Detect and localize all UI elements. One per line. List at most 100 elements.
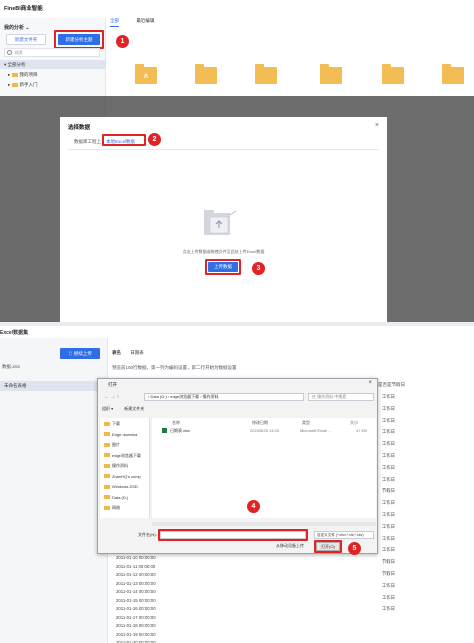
dialog-title: 选择数据 (68, 125, 91, 131)
tab-recent[interactable]: 最近编辑 (136, 18, 154, 26)
file-open-dialog: 打开 × ← → ↑ › Data (D:) › edge浏览器下载 › 操作资… (97, 378, 378, 555)
tab-local-excel[interactable]: 本地Excel数据 (106, 139, 135, 145)
date-row: 2011-01-19 00:00:00 (116, 631, 156, 637)
holiday-value: 节假日 (382, 488, 395, 494)
file-list: 名称 修改日期 类型 大小 日期表.xlsx 2024/5/25 14:03 M… (152, 418, 376, 518)
step-badge-4: 4 (247, 500, 260, 513)
holiday-value: 工作日 (382, 606, 395, 612)
nav-pane-item[interactable]: Windows-SSD (104, 483, 150, 490)
folder-icon[interactable]: ⋔ (135, 64, 157, 84)
new-folder-button[interactable]: 新建文件夹 (124, 406, 144, 411)
nav-arrows[interactable]: ← → ↑ (104, 394, 119, 400)
file-name: 日期表.xlsx (170, 428, 190, 433)
folder-icon[interactable] (255, 64, 277, 84)
table-tabs: 表名 日期表 (112, 350, 144, 356)
step-badge-2: 2 (148, 133, 161, 146)
search-input[interactable]: 在 操作资料 中搜索 (308, 393, 374, 401)
nav-pane-label: 操作资料 (112, 463, 128, 468)
file-row[interactable]: 日期表.xlsx 2024/5/25 14:03 Microsoft Excel… (156, 426, 374, 435)
nav-pane-label: 网络 (112, 505, 120, 510)
upload-data-button[interactable]: 上传数据 (208, 262, 238, 272)
file-date: 2024/5/25 14:03 (250, 428, 279, 433)
holiday-value: 工作日 (382, 394, 395, 399)
close-icon[interactable]: × (375, 122, 379, 129)
holiday-value: 工作日 (382, 429, 395, 435)
folder-icon (104, 484, 110, 489)
tree-item-my-projects[interactable]: ▸ 我的项目 (8, 70, 38, 79)
file-size: 47 KB (356, 428, 367, 433)
folder-icon[interactable] (195, 64, 217, 84)
date-row: 2011-01-18 00:00:00 (116, 623, 156, 628)
folder-icon[interactable] (382, 64, 404, 84)
holiday-value: 节假日 (382, 571, 395, 576)
folder-icon[interactable] (320, 64, 342, 84)
date-row: 2011-01-16 00:00:00 (116, 606, 156, 611)
filename-label: 文件名(N): (138, 532, 157, 537)
upload-folder-icon (202, 209, 238, 237)
folder-icon (104, 474, 110, 479)
nav-pane-item[interactable]: 操作资料 (104, 462, 150, 469)
holiday-value: 工作日 (382, 500, 395, 506)
nav-pane-item[interactable]: 下载 (104, 420, 150, 427)
tree-item-all[interactable]: ▾ 全部分析 (0, 60, 106, 69)
divider (68, 149, 379, 150)
toolbar: 组织 ▾ 新建文件夹 (102, 406, 374, 414)
navigation-pane: 下载 Edge downloa 图片 edge浏览器下载操作资料 ZhanHQ's co… (100, 418, 150, 518)
file-type: Microsoft Excel ... (300, 428, 332, 433)
tree-item-label: 我的项目 (19, 72, 38, 77)
nav-pane-item[interactable]: edge浏览器下载 (104, 452, 150, 459)
holiday-value: 工作日 (382, 405, 395, 411)
nav-pane-item[interactable]: 网络 (104, 504, 150, 511)
tab-all[interactable]: 全部 (110, 18, 119, 27)
close-icon[interactable]: × (368, 380, 372, 386)
date-row: 2011-01-11 00:00:00 (116, 563, 156, 569)
preview-hint: 预览前100行数据，第一列为编码设置，第二行开始为数据设置 (112, 365, 237, 370)
nav-pane-item[interactable]: 图片 (104, 441, 150, 448)
nav-pane-item[interactable]: ZhanHQ's comp (104, 473, 150, 480)
date-row: 2011-01-14 00:00:00 (116, 589, 156, 594)
upload-from-mobile-link[interactable]: 从移动设备上传 (276, 543, 304, 549)
share-icon: ⋔ (143, 73, 149, 80)
nav-pane-item[interactable]: Edge downloa (104, 431, 150, 438)
holiday-value: 工作日 (382, 464, 395, 470)
tab-table-name[interactable]: 表名 (112, 350, 121, 355)
open-button[interactable]: 打开(O) (316, 542, 340, 551)
new-analysis-theme-button[interactable]: 新建分析主题 (58, 34, 100, 45)
column-header-holiday: 是否是节假日 (378, 382, 405, 387)
organize-menu[interactable]: 组织 ▾ (102, 406, 113, 411)
address-bar[interactable]: › Data (D:) › edge浏览器下载 › 操作资料 (144, 393, 304, 401)
my-analysis-heading[interactable]: 我的分析 ⌄ (4, 24, 30, 31)
folder-icon (104, 432, 110, 437)
holiday-value: 工作日 (382, 582, 395, 588)
step-badge-1: 1 (116, 35, 129, 48)
file-type-filter[interactable]: 自定义文件 (*.xlsx;*.xls;*.csv) (314, 531, 374, 539)
holiday-value: 工作日 (382, 441, 395, 447)
table-name-field[interactable]: 日期表 (130, 350, 144, 355)
finebi-window: FineBI商业智能 我的分析 ⌄ 新建文件夹 新建分析主题 1 搜索 ▾ 全部… (0, 0, 474, 322)
folder-icon (104, 505, 110, 510)
select-data-dialog: 选择数据 × 数据库工程上 本地Excel数据 2 点击上传数据或拖拽文件至此处… (60, 117, 387, 322)
search-input[interactable]: 搜索 (4, 48, 100, 57)
folder-icon[interactable] (442, 64, 464, 84)
horizontal-scrollbar[interactable] (152, 522, 376, 526)
new-folder-button[interactable]: 新建文件夹 (6, 34, 46, 45)
chevron-down-icon: ⌄ (25, 25, 30, 31)
date-row: 2011-01-10 00:00:00 (116, 555, 156, 560)
holiday-value: 工作日 (382, 453, 395, 458)
holiday-value: 工作日 (382, 547, 395, 553)
holiday-value: 工作日 (382, 512, 395, 517)
nav-pane-item[interactable]: Data (D:) (104, 494, 150, 501)
tree-item-getting-started[interactable]: ▸ 新手入门 (8, 80, 38, 89)
folder-icon (11, 82, 18, 87)
holiday-value: 工作日 (382, 594, 395, 600)
my-analysis-label: 我的分析 (4, 25, 25, 31)
date-row: 2011-01-12 00:00:00 (116, 572, 156, 577)
filename-input[interactable] (160, 531, 306, 539)
upload-hint: 点击上传数据或拖拽文件至此处上传Excel数据 (182, 249, 265, 254)
file-sheet-label[interactable]: 数据.xlsx (2, 364, 20, 370)
tab-database[interactable]: 数据库工程上 (74, 139, 101, 145)
step-badge-3: 3 (252, 262, 265, 275)
unnamed-table-item[interactable]: 未命名表格 (0, 381, 108, 391)
holiday-value: 工作日 (382, 476, 395, 482)
continue-upload-button[interactable]: ⇧ 继续上传 (60, 348, 100, 359)
